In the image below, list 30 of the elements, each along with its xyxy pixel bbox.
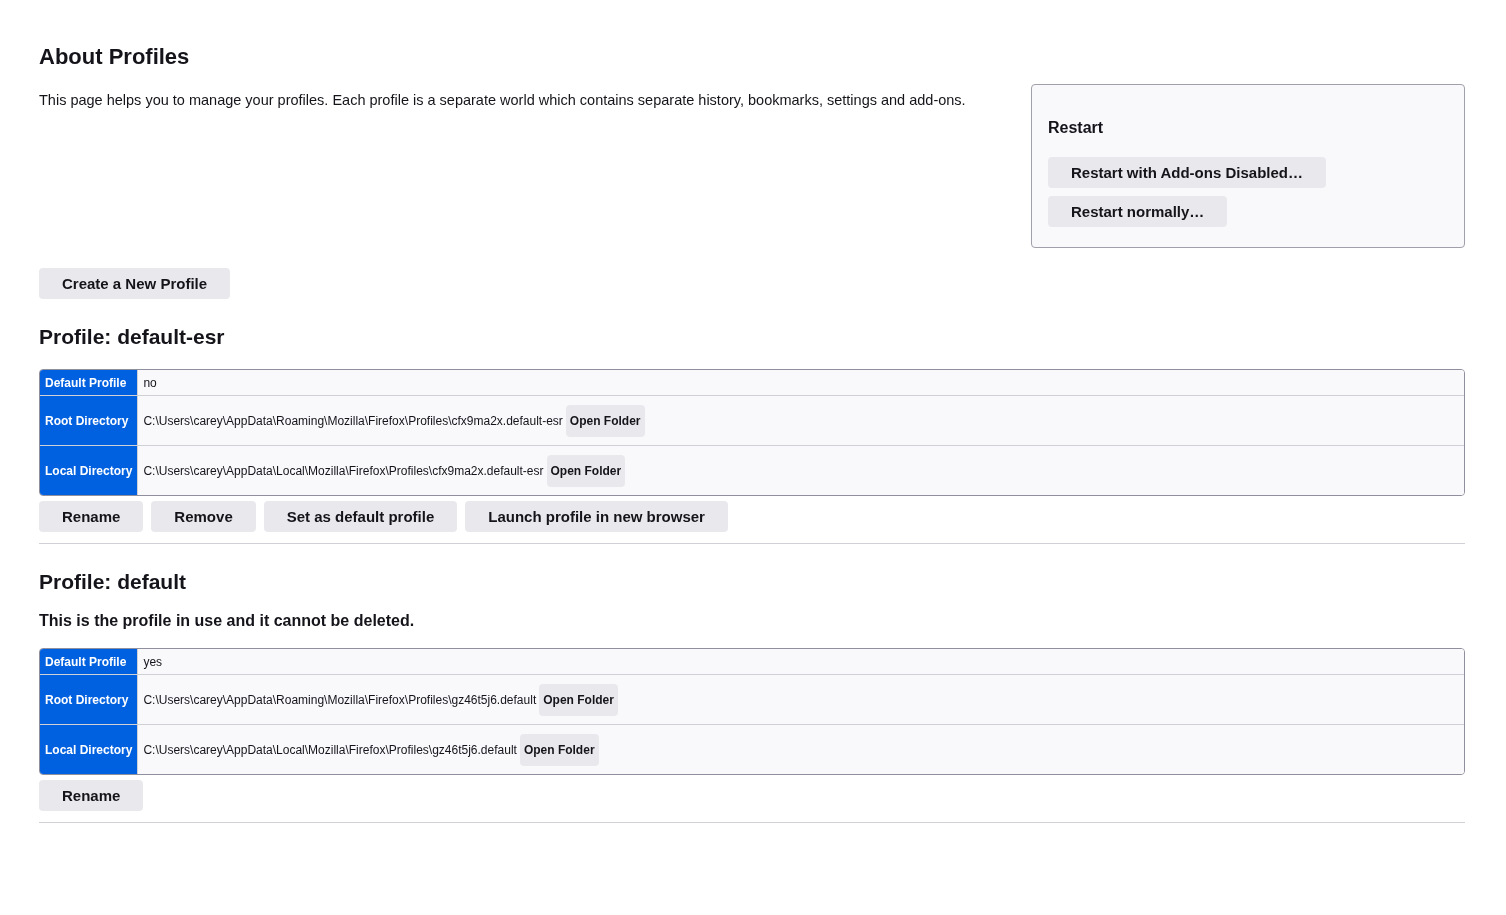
page-description: This page helps you to manage your profiles. Each profile is a separate world which contains separate history, bookmarks, settings and add-ons. [39,91,966,110]
profile-action-button[interactable]: Rename [39,780,144,811]
row-header: Root Directory [40,396,139,446]
profile-action-button[interactable]: Set as default profile [263,501,458,532]
restart-button[interactable]: Restart normally… [1048,196,1228,227]
row-header: Default Profile [40,370,139,396]
restart-button[interactable]: Restart with Add-ons Disabled… [1048,157,1326,188]
open-folder-button[interactable]: Open Folder [546,454,626,487]
profile-action-button[interactable]: Remove [151,501,256,532]
row-header: Root Directory [40,675,139,725]
row-header: Local Directory [40,446,139,495]
profile-note: This is the profile in use and it cannot be deleted. [39,612,416,630]
profile-action-button[interactable]: Rename [39,501,144,532]
open-folder-button[interactable]: Open Folder [565,404,645,437]
row-value: C:\Users\carey\AppData\Local\Mozilla\Firefox\Profiles\cfx9ma2x.default-esr [143,463,544,478]
profile-action-button[interactable]: Launch profile in new browser [465,501,728,532]
create-profile-button[interactable]: Create a New Profile [39,268,231,299]
row-value: C:\Users\carey\AppData\Roaming\Mozilla\Firefox\Profiles\cfx9ma2x.default-esr [143,413,563,428]
page-title: About Profiles [39,44,191,70]
profile-heading: Profile: default-esr [39,325,226,349]
open-folder-button[interactable]: Open Folder [519,733,599,766]
profile-heading: Profile: default [39,570,187,594]
restart-heading: Restart [1048,119,1104,137]
row-header: Default Profile [40,649,139,675]
row-value: C:\Users\carey\AppData\Roaming\Mozilla\Firefox\Profiles\gz46t5j6.default [143,692,537,707]
row-header: Local Directory [40,725,139,774]
row-value: no [143,375,157,390]
row-value: yes [143,654,163,669]
open-folder-button[interactable]: Open Folder [539,683,618,716]
row-value: C:\Users\carey\AppData\Local\Mozilla\Firefox\Profiles\gz46t5j6.default [143,742,517,757]
